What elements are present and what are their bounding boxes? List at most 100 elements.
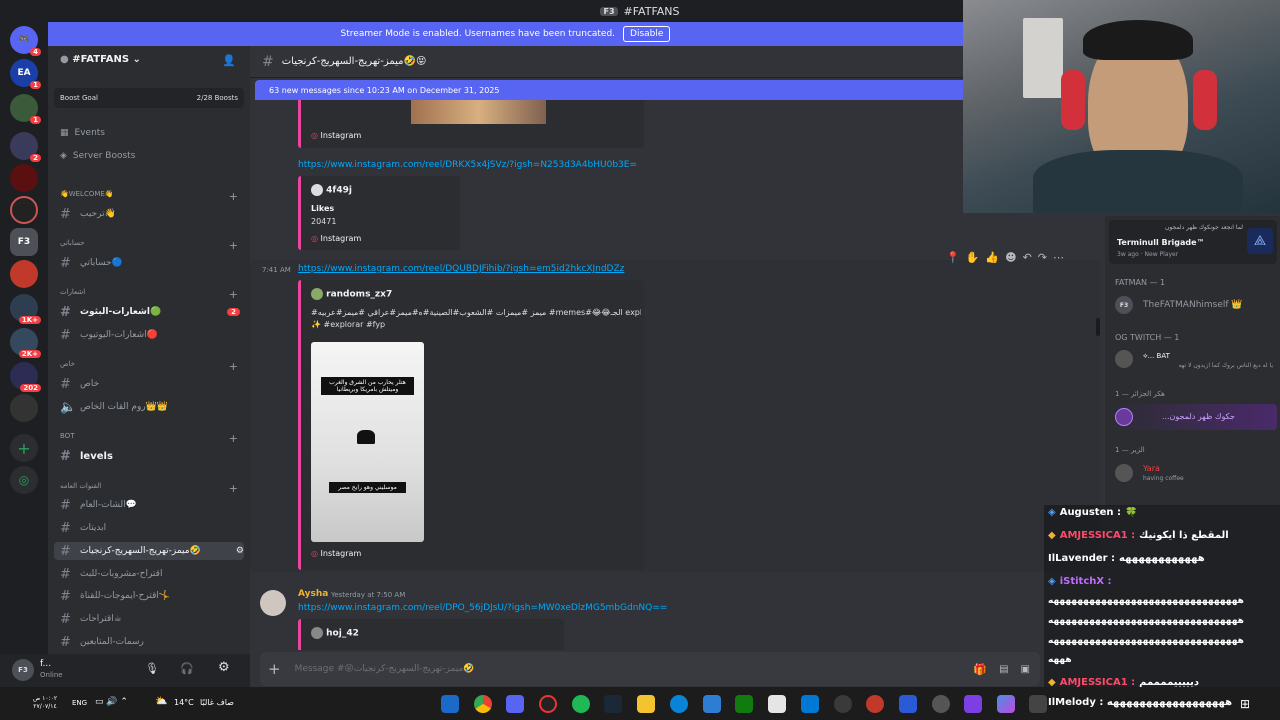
add-channel-icon[interactable]: + xyxy=(229,288,238,301)
server-folder-icon[interactable]: 2 xyxy=(10,132,41,162)
channel-item[interactable]: # حساباتي🔵 xyxy=(60,254,240,272)
message-input[interactable]: Message #😝ميمز-تهريج-السهريج-كرنجيات🤣 xyxy=(295,664,475,674)
vscode-icon[interactable] xyxy=(703,695,721,713)
embed-author-name[interactable]: 4f49j xyxy=(326,186,352,196)
channel-item[interactable]: # اقترح-ايموجات-للقناة🤸 xyxy=(60,587,240,605)
channel-item[interactable]: # اشعارات-اليوتيوب🔴 xyxy=(60,326,240,344)
headphones-icon[interactable]: 🎧 xyxy=(180,662,194,675)
copilot-icon[interactable] xyxy=(997,695,1015,713)
category-accounts[interactable]: حساباتي + xyxy=(60,239,238,252)
app-icon[interactable] xyxy=(964,695,982,713)
discover-icon[interactable]: ◎ xyxy=(10,466,38,494)
language-indicator[interactable]: ENG xyxy=(72,699,87,707)
steam-app-icon[interactable] xyxy=(604,695,622,713)
server-icon[interactable] xyxy=(10,394,38,422)
file-explorer-icon[interactable] xyxy=(637,695,655,713)
app-icon[interactable] xyxy=(866,695,884,713)
xbox-app-icon[interactable] xyxy=(834,695,852,713)
channel-item[interactable]: # ابديتات xyxy=(60,519,240,537)
boost-goal-bar[interactable]: Boost Goal 2/28 Boosts xyxy=(54,88,244,108)
settings-icon[interactable]: ⚙ xyxy=(218,660,230,675)
channel-item[interactable]: # ترحيب👋 xyxy=(60,205,240,223)
invite-people-icon[interactable]: 👤 xyxy=(222,54,236,67)
add-channel-icon[interactable]: + xyxy=(229,432,238,445)
server-ea-icon[interactable]: EA 1 xyxy=(10,59,41,89)
embed-video-thumbnail[interactable]: هتلر يحارب من الشرق والغرب وميتلش بامريك… xyxy=(311,342,424,542)
channel-item[interactable]: # خاص xyxy=(60,375,240,393)
server-boosts-item[interactable]: ◈ Server Boosts xyxy=(60,147,240,165)
embed-author-name[interactable]: hoj_42 xyxy=(326,629,359,639)
microphone-icon[interactable]: 🎙 xyxy=(145,662,159,675)
server-icon[interactable] xyxy=(10,164,38,192)
channel-item[interactable]: # الشات-العام💬 xyxy=(60,496,240,514)
channel-item[interactable]: # اقتراح-مشروبات-للبث xyxy=(60,565,240,583)
app-icon[interactable] xyxy=(768,695,786,713)
server-folder-icon[interactable]: 202 xyxy=(10,362,41,392)
channel-item[interactable]: # اشعارات-البثوث🟢 2 xyxy=(60,303,240,321)
steam-icon[interactable] xyxy=(441,695,459,713)
channel-item[interactable]: # رسمات-المتابعين xyxy=(60,633,240,651)
channel-item[interactable]: # اقتراحات☕ xyxy=(60,610,240,628)
member-name[interactable]: ⟡... BAT xyxy=(1143,352,1170,361)
add-channel-icon[interactable]: + xyxy=(229,190,238,203)
activity-card[interactable]: لما انجعد جونكوك ظهر دلمجون Terminull Br… xyxy=(1109,220,1277,264)
voice-channel-item[interactable]: 🔈 روم القات الخاص👑👑 xyxy=(60,398,240,416)
add-reaction-icon[interactable]: ☻ xyxy=(1005,251,1016,264)
reply-icon[interactable]: ↶ xyxy=(1023,251,1032,264)
gift-icon[interactable]: 🎁 xyxy=(973,663,987,676)
server-icon[interactable] xyxy=(10,196,38,224)
events-item[interactable]: ▦ Events xyxy=(60,124,240,142)
discord-icon[interactable] xyxy=(506,695,524,713)
forward-icon[interactable]: ↷ xyxy=(1038,251,1047,264)
obs-icon[interactable] xyxy=(539,695,557,713)
more-icon[interactable]: ⋯ xyxy=(1053,251,1064,264)
embed-author-name[interactable]: randoms_zx7 xyxy=(326,290,392,300)
member-name[interactable]: جكوك ظهر دلمجون... xyxy=(1143,412,1235,421)
category-notifications[interactable]: اشعارات + xyxy=(60,288,238,301)
channel-item-selected[interactable]: # ميمز-تهريج-السهريج-كرنجيات🤣 ⚙ xyxy=(54,542,244,560)
spotify-icon[interactable] xyxy=(572,695,590,713)
hand-reaction-icon[interactable]: ✋ xyxy=(966,251,980,264)
edge-icon[interactable] xyxy=(670,695,688,713)
category-private[interactable]: خاص + xyxy=(60,360,238,373)
sticker-icon[interactable]: ▣ xyxy=(1021,664,1030,675)
server-icon[interactable] xyxy=(10,260,38,288)
message-link[interactable]: https://www.instagram.com/reel/DPO_56jDJ… xyxy=(298,603,667,613)
app-icon[interactable] xyxy=(899,695,917,713)
server-folder-icon[interactable]: 2K+ xyxy=(10,328,41,358)
channel-item[interactable]: # levels xyxy=(60,447,240,465)
avatar[interactable] xyxy=(1115,408,1133,426)
settings-gear-icon[interactable]: ⚙ xyxy=(236,546,244,556)
chrome-icon[interactable] xyxy=(474,695,492,713)
avatar[interactable] xyxy=(260,590,286,616)
xbox-icon[interactable] xyxy=(735,695,753,713)
server-folder-icon[interactable]: 1 xyxy=(10,94,41,124)
message-link[interactable]: https://www.instagram.com/reel/DQUBDJFih… xyxy=(298,264,624,274)
start-icon[interactable]: ⊞ xyxy=(1240,697,1250,711)
message-link[interactable]: https://www.instagram.com/reel/DRKX5x4jS… xyxy=(298,160,637,170)
pin-reaction-icon[interactable]: 📍 xyxy=(946,251,960,264)
category-public[interactable]: القنوات العامه + xyxy=(60,482,238,495)
thumbs-up-icon[interactable]: 👍 xyxy=(985,251,999,264)
member-name[interactable]: TheFATMANhimself 👑 xyxy=(1143,300,1243,310)
avatar[interactable] xyxy=(1115,350,1133,368)
avatar[interactable] xyxy=(1115,464,1133,482)
server-name-header[interactable]: ● #FATFANS ⌄ xyxy=(60,54,141,65)
add-channel-icon[interactable]: + xyxy=(229,482,238,495)
direct-messages-icon[interactable]: 🎮 4 xyxy=(10,26,41,56)
member-name[interactable]: Yara xyxy=(1143,464,1160,473)
disable-streamer-mode-button[interactable]: Disable xyxy=(623,26,671,42)
category-bot[interactable]: BOT + xyxy=(60,432,238,445)
add-attachment-icon[interactable]: + xyxy=(268,660,281,678)
category-welcome[interactable]: 👋WELCOME👋 + xyxy=(60,190,238,203)
store-icon[interactable] xyxy=(801,695,819,713)
server-fatfans-icon[interactable]: F3 xyxy=(10,228,38,256)
add-channel-icon[interactable]: + xyxy=(229,239,238,252)
gif-icon[interactable]: ▤ xyxy=(999,664,1008,675)
app-icon[interactable] xyxy=(1029,695,1047,713)
scrollbar[interactable] xyxy=(1096,318,1100,336)
avatar[interactable]: F3 xyxy=(12,659,34,681)
avatar[interactable]: F3 xyxy=(1115,296,1133,314)
settings-app-icon[interactable] xyxy=(932,695,950,713)
add-server-icon[interactable]: + xyxy=(10,434,38,462)
